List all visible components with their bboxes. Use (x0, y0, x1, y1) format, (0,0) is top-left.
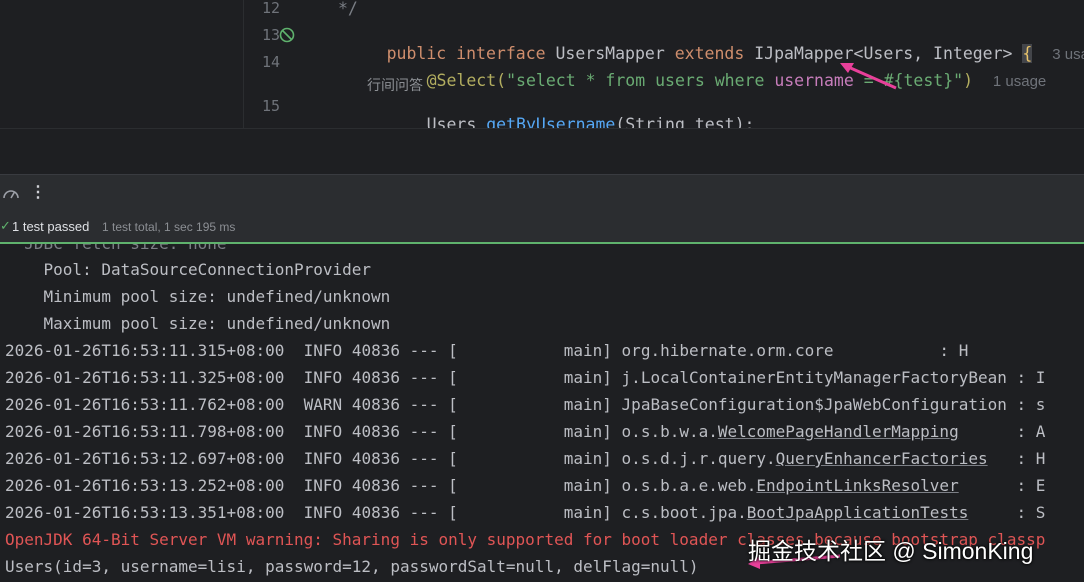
comment-end: */ (338, 0, 358, 18)
log-row: 2026-01-26T16:53:11.762+08:00 WARN 40836… (5, 395, 1046, 414)
log-timestamp: 2026-01-26T16:53:11.798+08:00 (5, 422, 285, 441)
log-thread: main (563, 449, 603, 468)
log-pid: 40836 (351, 368, 400, 387)
log-thread: main (563, 368, 603, 387)
editor-gutter: 12 13 14 15 (246, 0, 322, 128)
test-passed-label[interactable]: 1 test passed (12, 219, 89, 234)
log-thread: main (563, 476, 603, 495)
log-logger: o.s.d.j.r.query. (621, 449, 776, 468)
log-level: INFO (294, 449, 343, 468)
log-timestamp: 2026-01-26T16:53:13.351+08:00 (5, 503, 285, 522)
log-pid: 40836 (351, 449, 400, 468)
usages-hint[interactable]: 3 usages (1052, 46, 1084, 63)
console-line: JDBC fetch size: none (5, 244, 226, 253)
log-logger: c.s.boot.jpa. (621, 503, 747, 522)
log-thread: main (563, 503, 603, 522)
log-tail: : s (1006, 395, 1046, 414)
project-pane (0, 0, 244, 128)
log-tail: : H (833, 341, 969, 360)
line-number: 13 (261, 26, 280, 44)
log-class-link[interactable]: QueryEnhancerFactories (776, 449, 988, 468)
log-pid: 40836 (351, 503, 400, 522)
log-thread: main (563, 341, 603, 360)
panel-separator (0, 128, 1084, 175)
check-icon: ✓ (0, 218, 11, 233)
log-pid: 40836 (351, 476, 400, 495)
log-class-link[interactable]: WelcomePageHandlerMapping (718, 422, 959, 441)
log-level: INFO (294, 476, 343, 495)
console-line: Pool: DataSourceConnectionProvider (5, 260, 372, 279)
log-class-link[interactable]: BootJpaApplicationTests (747, 503, 969, 522)
log-timestamp: 2026-01-26T16:53:13.252+08:00 (5, 476, 285, 495)
log-pid: 40836 (351, 422, 400, 441)
log-level: INFO (294, 422, 343, 441)
log-row: 2026-01-26T16:53:11.798+08:00 INFO 40836… (5, 422, 1046, 441)
line-number: 15 (261, 97, 280, 115)
log-tail: : S (968, 503, 1046, 522)
bean-gutter-icon[interactable] (279, 27, 295, 43)
pink-arrow-icon (840, 63, 897, 90)
line-number: 14 (261, 53, 280, 71)
query-result-line: Users(id=3, username=lisi, password=12, … (5, 557, 699, 576)
code-area[interactable]: */ public interface UsersMapper extends … (327, 0, 1084, 134)
code-editor[interactable]: 12 13 14 15 */ public interface UsersMap… (0, 0, 1084, 134)
annotation-close: ) (963, 71, 974, 90)
log-row: 2026-01-26T16:53:13.252+08:00 INFO 40836… (5, 476, 1046, 495)
test-toolbar: ⋮ (0, 174, 1084, 211)
log-thread: main (563, 395, 603, 414)
usages-hint[interactable]: 1 usage (993, 73, 1046, 90)
console-line: Minimum pool size: undefined/unknown (5, 287, 391, 306)
log-logger: j.LocalContainerEntityManagerFactoryBean (621, 368, 1007, 387)
log-tail: : A (958, 422, 1046, 441)
test-status-bar: ✓ 1 test passed 1 test total, 1 sec 195 … (0, 210, 1084, 244)
log-logger: o.s.b.a.e.web. (621, 476, 757, 495)
log-row: 2026-01-26T16:53:11.325+08:00 INFO 40836… (5, 368, 1046, 387)
log-row: 2026-01-26T16:53:12.697+08:00 INFO 40836… (5, 449, 1046, 468)
log-timestamp: 2026-01-26T16:53:11.762+08:00 (5, 395, 285, 414)
log-pid: 40836 (351, 341, 400, 360)
log-timestamp: 2026-01-26T16:53:12.697+08:00 (5, 449, 285, 468)
watermark: 掘金技术社区 @ SimonKing (748, 538, 1034, 564)
log-logger: org.hibernate.orm.core (621, 341, 834, 360)
more-vertical-icon[interactable]: ⋮ (30, 182, 46, 202)
console-line: Maximum pool size: undefined/unknown (5, 314, 391, 333)
sql-string-start: "select * from users where (506, 71, 775, 90)
log-timestamp: 2026-01-26T16:53:11.325+08:00 (5, 368, 285, 387)
log-tail: : H (987, 449, 1046, 468)
test-summary: 1 test total, 1 sec 195 ms (102, 220, 236, 234)
log-pid: 40836 (351, 395, 400, 414)
select-annotation: @Select( (426, 71, 507, 90)
log-level: INFO (294, 368, 343, 387)
inline-hint[interactable]: 行间问答 (367, 75, 423, 95)
log-thread: main (563, 422, 603, 441)
log-class-link[interactable]: EndpointLinksResolver (756, 476, 958, 495)
line-number: 12 (261, 0, 280, 17)
log-row: 2026-01-26T16:53:13.351+08:00 INFO 40836… (5, 503, 1046, 522)
log-level: INFO (294, 503, 343, 522)
log-logger: JpaBaseConfiguration$JpaWebConfiguration (621, 395, 1007, 414)
log-tail: : E (958, 476, 1046, 495)
log-tail: : I (1006, 368, 1046, 387)
log-row: 2026-01-26T16:53:11.315+08:00 INFO 40836… (5, 341, 969, 360)
log-level: WARN (294, 395, 343, 414)
log-level: INFO (294, 341, 343, 360)
log-timestamp: 2026-01-26T16:53:11.315+08:00 (5, 341, 285, 360)
gauge-icon[interactable] (2, 185, 20, 201)
log-logger: o.s.b.w.a. (621, 422, 718, 441)
